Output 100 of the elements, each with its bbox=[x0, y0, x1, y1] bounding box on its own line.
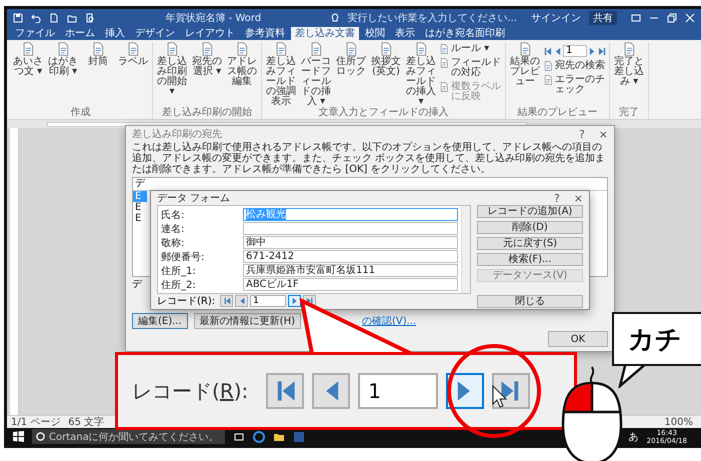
dialog-button[interactable]: 編集(E)... bbox=[132, 313, 188, 329]
ribbon-tab[interactable]: はがき宛名面印刷 bbox=[421, 27, 509, 40]
circle-icon bbox=[36, 432, 45, 441]
zoom-level: 100% bbox=[664, 416, 693, 428]
ribbon-group-label: 差し込み印刷の開始 bbox=[161, 107, 253, 119]
field-input[interactable]: 兵庫県姫路市安富町名坂111 bbox=[243, 264, 458, 277]
ribbon-small-button[interactable]: エラーのチェック bbox=[543, 74, 607, 96]
ribbon-small-button[interactable]: 宛先の検索 bbox=[543, 61, 607, 72]
document-icon bbox=[439, 44, 449, 54]
form-button[interactable]: 削除(D) bbox=[477, 221, 583, 234]
sign-in-link[interactable]: サインイン bbox=[531, 10, 581, 24]
list-row[interactable]: E bbox=[133, 213, 147, 224]
word-count: 65 文字 bbox=[68, 416, 104, 428]
ribbon-small-button[interactable]: フィールドの対応 bbox=[439, 58, 503, 78]
record-number-field[interactable]: 1 bbox=[563, 45, 587, 57]
ribbon-button[interactable]: 差し込みフィールドの挿入 ▾ bbox=[404, 42, 438, 107]
dialog-title: データ フォーム bbox=[157, 192, 232, 205]
field-input[interactable]: 御中 bbox=[243, 236, 458, 249]
ribbon-tab[interactable]: レイアウト bbox=[181, 27, 239, 40]
ribbon-button[interactable]: はがき印刷 ▾ bbox=[46, 42, 80, 107]
ribbon-tab[interactable]: 表示 bbox=[391, 27, 419, 40]
ime-indicator[interactable]: あ bbox=[628, 430, 639, 444]
ribbon-group-label: 結果のプレビュー bbox=[516, 107, 598, 119]
windows-start-icon bbox=[13, 431, 24, 442]
form-button[interactable]: 元に戻す(S) bbox=[477, 237, 583, 250]
mouse-pointer-icon bbox=[492, 385, 508, 409]
help-button[interactable]: ? bbox=[554, 192, 560, 204]
page-count: 1/1 ページ bbox=[11, 416, 60, 428]
ribbon-button[interactable]: バーコードフィールドの挿入 ▾ bbox=[299, 42, 333, 107]
record-number-field[interactable]: 1 bbox=[250, 295, 286, 307]
close-icon bbox=[685, 12, 695, 22]
document-icon bbox=[439, 58, 449, 68]
first-record-button[interactable] bbox=[220, 295, 234, 307]
folder-icon bbox=[67, 12, 77, 22]
ribbon-button[interactable]: アドレス帳の編集 bbox=[225, 42, 259, 107]
ribbon-tab[interactable]: 参考資料 bbox=[241, 27, 289, 40]
close-dialog-button[interactable]: 閉じる bbox=[477, 294, 583, 308]
record-label: レコード(R): bbox=[132, 378, 248, 404]
undo-icon bbox=[31, 12, 41, 22]
form-button[interactable]: レコードの追加(A) bbox=[477, 205, 583, 218]
list-row[interactable]: E bbox=[133, 202, 147, 213]
tell-me-field[interactable]: 実行したい作業を入力してください... bbox=[347, 10, 517, 24]
print-preview-icon bbox=[85, 12, 95, 22]
last-record-icon bbox=[306, 297, 314, 305]
share-button[interactable]: 共有 bbox=[589, 10, 617, 24]
close-button[interactable]: × bbox=[598, 128, 608, 140]
last-record-icon bbox=[598, 46, 607, 56]
new-document-icon bbox=[49, 12, 59, 22]
ok-button[interactable]: OK bbox=[548, 331, 608, 347]
ribbon-button[interactable]: 封筒 bbox=[81, 42, 115, 107]
ribbon-tab[interactable]: ファイル bbox=[11, 27, 59, 40]
document-icon bbox=[439, 82, 449, 92]
next-record-button[interactable] bbox=[288, 295, 302, 307]
ribbon-group-label: 完了 bbox=[618, 107, 640, 119]
first-record-icon bbox=[543, 46, 552, 56]
cortana-search-field[interactable]: Cortanaに何か聞いてみてください。 bbox=[32, 429, 225, 444]
previous-record-icon bbox=[553, 46, 562, 56]
dialog-description: これは差し込み印刷で使用されるアドレス帳です。以下のオプションを使用して、アドレス帳への項目の追加、アドレス帳の変更ができます。また、チェック ボックスを使用して、差し込み印刷の宛先を追加または削除できます。アドレス帳が準備できたら [OK] をクリックしてください。 bbox=[132, 142, 606, 175]
ribbon-tab[interactable]: ホーム bbox=[61, 27, 99, 40]
next-record-icon bbox=[588, 46, 597, 56]
form-button[interactable]: 検索(F)... bbox=[477, 253, 583, 266]
field-label: 敬称: bbox=[161, 236, 186, 250]
ribbon-button[interactable]: ラベル bbox=[116, 42, 150, 107]
field-input[interactable] bbox=[243, 222, 458, 235]
field-label: 住所_2: bbox=[161, 278, 197, 292]
previous-record-button[interactable] bbox=[312, 373, 350, 409]
field-label: 連名: bbox=[161, 222, 186, 236]
previous-record-button[interactable] bbox=[235, 295, 248, 307]
ribbon-button[interactable]: あいさつ文 ▾ bbox=[11, 42, 45, 107]
ribbon-button[interactable]: 差し込みフィールドの強調表示 bbox=[264, 42, 298, 107]
ribbon-tab[interactable]: 校閲 bbox=[361, 27, 389, 40]
field-label: 郵便番号: bbox=[161, 250, 206, 264]
first-record-button[interactable] bbox=[266, 373, 304, 409]
field-label: 住所_1: bbox=[161, 264, 197, 278]
ribbon-button[interactable]: 宛先の選択 ▾ bbox=[190, 42, 224, 107]
close-button[interactable]: × bbox=[574, 192, 583, 204]
record-label: レコード(R): bbox=[157, 295, 216, 308]
confirm-link[interactable]: の確認(V)... bbox=[362, 314, 416, 328]
ribbon-button[interactable]: 結果のプレビュー bbox=[508, 42, 542, 107]
dialog-button[interactable]: 最新の情報に更新(H) bbox=[194, 313, 301, 329]
first-record-icon bbox=[222, 297, 231, 305]
ribbon-button[interactable]: 住所ブロック bbox=[334, 42, 368, 107]
record-number-field[interactable]: 1 bbox=[358, 373, 438, 409]
section-label: デ bbox=[132, 279, 142, 291]
field-input[interactable]: ABCビル1F bbox=[243, 278, 458, 291]
field-label: 氏名: bbox=[161, 208, 186, 222]
ribbon-button[interactable]: 差し込み印刷の開始 ▾ bbox=[155, 42, 189, 107]
help-button[interactable]: ? bbox=[578, 128, 585, 140]
ribbon-button[interactable]: 完了と差し込み ▾ bbox=[612, 42, 646, 107]
field-input[interactable]: 671-2412 bbox=[243, 250, 458, 263]
ribbon-small-button[interactable]: ルール ▾ bbox=[439, 44, 503, 54]
ribbon-tab[interactable]: デザイン bbox=[131, 27, 179, 40]
scrollbar[interactable] bbox=[461, 206, 470, 293]
ribbon-tab[interactable]: 差し込み文書 bbox=[291, 27, 359, 40]
restore-icon bbox=[667, 12, 677, 22]
ribbon-button[interactable]: 挨拶文 (英文) bbox=[369, 42, 403, 107]
document-icon bbox=[543, 74, 553, 84]
ribbon-tab[interactable]: 挿入 bbox=[101, 27, 129, 40]
document-icon bbox=[543, 61, 553, 71]
lightbulb-icon bbox=[331, 12, 340, 22]
